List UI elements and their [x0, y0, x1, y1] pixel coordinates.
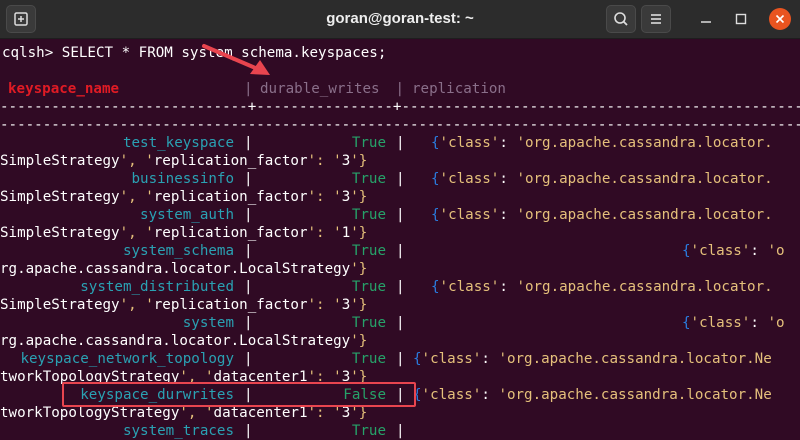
column-separator: |: [396, 279, 405, 295]
column-separator: |: [244, 351, 253, 367]
minimize-button[interactable]: [696, 9, 716, 29]
keyspace-name-cell: system_auth: [140, 207, 234, 223]
replication-cell-continued: SimpleStrategy', 'replication_factor': '…: [0, 153, 368, 169]
keyspace-name-cell: test_keyspace: [122, 135, 234, 151]
durable-writes-cell: True: [351, 423, 386, 439]
header-keyspace-name: keyspace_name: [8, 81, 120, 97]
terminal-output[interactable]: cqlsh> SELECT * FROM system_schema.keysp…: [0, 38, 800, 440]
durable-writes-cell: True: [351, 135, 386, 151]
keyspace-name-cell: system_traces: [122, 423, 234, 439]
column-separator: |: [396, 243, 405, 259]
replication-cell-continued: rg.apache.cassandra.locator.LocalStrateg…: [0, 261, 368, 277]
column-separator: |: [244, 243, 253, 259]
header-sep-1: |: [244, 81, 262, 97]
durable-writes-cell: True: [351, 207, 386, 223]
close-button[interactable]: [769, 8, 791, 30]
arrow-annotation: [202, 44, 270, 75]
keyspace-name-cell: keyspace_network_topology: [20, 351, 234, 367]
keyspace-name-cell: system: [182, 315, 234, 331]
column-separator: |: [396, 171, 405, 187]
replication-cell-continued: rg.apache.cassandra.locator.LocalStrateg…: [0, 333, 368, 349]
replication-cell: {'class': 'org.apache.cassandra.locator.: [431, 171, 773, 187]
column-separator: |: [396, 135, 405, 151]
search-icon: [614, 12, 628, 26]
menu-icon: [651, 14, 661, 24]
header-replication: replication: [412, 81, 506, 97]
durable-writes-cell: True: [351, 171, 386, 187]
new-tab-button[interactable]: [6, 5, 36, 33]
title-bar: goran@goran-test: ~: [0, 0, 800, 39]
column-separator: |: [244, 423, 253, 439]
keyspace-name-cell: businessinfo: [131, 171, 235, 187]
column-separator: |: [396, 315, 405, 331]
window-title: goran@goran-test: ~: [326, 10, 474, 27]
replication-cell-continued: SimpleStrategy', 'replication_factor': '…: [0, 189, 368, 205]
new-tab-icon: [14, 12, 28, 26]
replication-cell: {'class': 'org.apache.cassandra.locator.: [431, 135, 773, 151]
keyspace-name-cell: system_distributed: [80, 279, 234, 295]
divider-line-2: ----------------------------------------…: [0, 117, 800, 133]
highlight-annotation: [62, 382, 416, 407]
column-separator: |: [244, 279, 253, 295]
column-separator: |: [244, 207, 253, 223]
minimize-icon: [701, 21, 711, 23]
close-icon: [775, 14, 785, 24]
command-line: cqlsh> SELECT * FROM system_schema.keysp…: [2, 45, 387, 61]
durable-writes-cell: True: [351, 351, 386, 367]
replication-cell: {'class': 'org.apache.cassandra.locator.: [431, 207, 773, 223]
column-separator: |: [396, 423, 405, 439]
column-separator: |: [396, 351, 405, 367]
column-separator: |: [244, 135, 253, 151]
replication-cell: {'class': 'org.apache.cassandra.locator.…: [413, 387, 772, 403]
replication-cell: {'class': 'o: [682, 315, 785, 331]
header-sep-2: |: [387, 81, 413, 97]
column-separator: |: [396, 207, 405, 223]
menu-button[interactable]: [641, 5, 671, 33]
maximize-button[interactable]: [731, 9, 751, 29]
header-durable-writes: durable_writes: [260, 81, 380, 97]
header-row: keyspace_name: [8, 80, 119, 98]
search-button[interactable]: [606, 5, 636, 33]
column-separator: |: [244, 315, 253, 331]
replication-cell: {'class': 'org.apache.cassandra.locator.: [431, 279, 773, 295]
durable-writes-cell: True: [351, 279, 386, 295]
replication-cell-continued: SimpleStrategy', 'replication_factor': '…: [0, 225, 368, 241]
replication-cell-continued: SimpleStrategy', 'replication_factor': '…: [0, 297, 368, 313]
column-separator: |: [244, 171, 253, 187]
durable-writes-cell: True: [351, 243, 386, 259]
durable-writes-cell: True: [351, 315, 386, 331]
replication-cell: {'class': 'o: [682, 243, 785, 259]
maximize-icon: [735, 13, 747, 25]
replication-cell: {'class': 'org.apache.cassandra.locator.…: [413, 351, 772, 367]
keyspace-name-cell: system_schema: [122, 243, 234, 259]
divider-line-1: -----------------------------+----------…: [0, 99, 800, 115]
